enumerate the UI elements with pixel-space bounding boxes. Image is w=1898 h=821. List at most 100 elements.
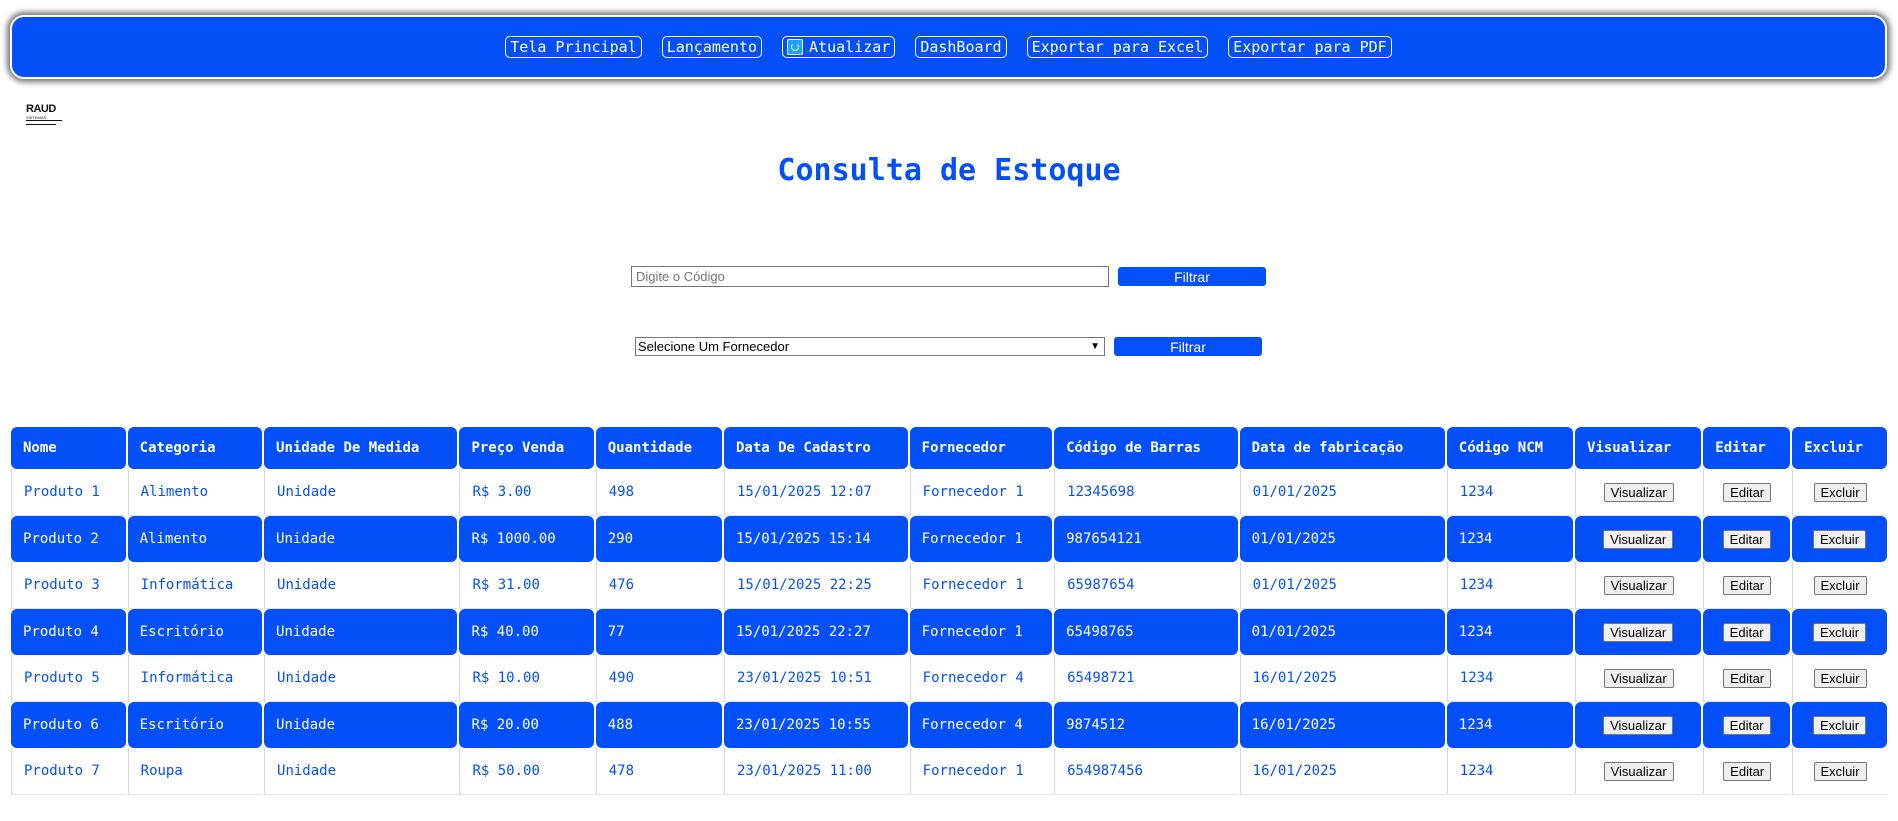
nav-export-pdf-button[interactable]: Exportar para PDF bbox=[1228, 36, 1392, 58]
cell-edit: Editar bbox=[1703, 655, 1791, 702]
cell-ncm: 1234 bbox=[1446, 702, 1574, 748]
col-header-fabricacao: Data de fabricação bbox=[1239, 427, 1445, 469]
nav-dashboard-button[interactable]: DashBoard bbox=[915, 36, 1007, 58]
cell-barras: 65498765 bbox=[1054, 609, 1238, 655]
cell-view: Visualizar bbox=[1575, 562, 1702, 609]
cell-fornecedor: Fornecedor 1 bbox=[909, 469, 1053, 516]
view-button[interactable]: Visualizar bbox=[1603, 529, 1674, 549]
cell-categoria: Informática bbox=[127, 562, 263, 609]
cell-view: Visualizar bbox=[1575, 609, 1702, 655]
edit-button[interactable]: Editar bbox=[1722, 715, 1771, 735]
supplier-select-value: Selecione Um Fornecedor bbox=[638, 339, 790, 354]
view-button[interactable]: Visualizar bbox=[1603, 668, 1674, 688]
cell-delete: Excluir bbox=[1792, 469, 1887, 516]
delete-button[interactable]: Excluir bbox=[1813, 715, 1867, 735]
chevron-down-icon: ▼ bbox=[1090, 341, 1100, 352]
view-button[interactable]: Visualizar bbox=[1603, 482, 1674, 502]
delete-button[interactable]: Excluir bbox=[1813, 622, 1867, 642]
cell-cadastro: 15/01/2025 12:07 bbox=[723, 469, 908, 516]
view-button[interactable]: Visualizar bbox=[1603, 715, 1674, 735]
cell-view: Visualizar bbox=[1575, 516, 1702, 562]
cell-ncm: 1234 bbox=[1446, 516, 1574, 562]
cell-preco: R$ 3.00 bbox=[459, 469, 594, 516]
table-row: Produto 3 Informática Unidade R$ 31.00 476 15… bbox=[11, 562, 1887, 609]
cell-fornecedor: Fornecedor 1 bbox=[909, 516, 1053, 562]
cell-preco: R$ 40.00 bbox=[459, 609, 594, 655]
cell-unidade: Unidade bbox=[264, 748, 458, 795]
cell-preco: R$ 1000.00 bbox=[459, 516, 594, 562]
table-header-row: Nome Categoria Unidade De Medida Preço V… bbox=[11, 427, 1887, 469]
cell-nome: Produto 4 bbox=[11, 609, 126, 655]
cell-nome: Produto 2 bbox=[11, 516, 126, 562]
cell-categoria: Roupa bbox=[127, 748, 263, 795]
stock-table-body: Produto 1 Alimento Unidade R$ 3.00 498 15/01/… bbox=[11, 469, 1887, 795]
supplier-filter-button[interactable]: Filtrar bbox=[1114, 337, 1262, 356]
table-row: Produto 4 Escritório Unidade R$ 40.00 77 15/0… bbox=[11, 609, 1887, 655]
nav-label: Tela Principal bbox=[510, 38, 637, 56]
cell-edit: Editar bbox=[1703, 609, 1791, 655]
delete-button[interactable]: Excluir bbox=[1813, 482, 1867, 502]
nav-export-excel-button[interactable]: Exportar para Excel bbox=[1026, 36, 1209, 58]
supplier-select[interactable]: Selecione Um Fornecedor ▼ bbox=[635, 337, 1105, 356]
edit-button[interactable]: Editar bbox=[1723, 482, 1772, 502]
nav-atualizar-button[interactable]: Atualizar bbox=[782, 36, 896, 58]
col-header-categoria: Categoria bbox=[127, 427, 263, 469]
code-search-input[interactable] bbox=[631, 266, 1109, 287]
view-button[interactable]: Visualizar bbox=[1603, 761, 1674, 781]
cell-barras: 654987456 bbox=[1054, 748, 1238, 795]
edit-button[interactable]: Editar bbox=[1723, 668, 1772, 688]
delete-button[interactable]: Excluir bbox=[1813, 668, 1867, 688]
cell-categoria: Escritório bbox=[127, 702, 263, 748]
edit-button[interactable]: Editar bbox=[1723, 575, 1772, 595]
code-filter-row: Filtrar bbox=[631, 266, 1266, 287]
cell-cadastro: 15/01/2025 22:27 bbox=[723, 609, 908, 655]
cell-cadastro: 15/01/2025 15:14 bbox=[723, 516, 908, 562]
cell-fabricacao: 01/01/2025 bbox=[1239, 469, 1445, 516]
cell-delete: Excluir bbox=[1792, 702, 1887, 748]
edit-button[interactable]: Editar bbox=[1723, 761, 1772, 781]
cell-ncm: 1234 bbox=[1446, 748, 1574, 795]
company-logo: RAUD SISTEMAS bbox=[26, 104, 62, 128]
cell-fabricacao: 16/01/2025 bbox=[1239, 655, 1445, 702]
view-button[interactable]: Visualizar bbox=[1603, 575, 1674, 595]
cell-unidade: Unidade bbox=[264, 469, 458, 516]
cell-barras: 987654121 bbox=[1054, 516, 1238, 562]
cell-fornecedor: Fornecedor 4 bbox=[909, 702, 1053, 748]
cell-edit: Editar bbox=[1703, 516, 1791, 562]
cell-ncm: 1234 bbox=[1446, 609, 1574, 655]
col-header-nome: Nome bbox=[11, 427, 126, 469]
col-header-cadastro: Data De Cadastro bbox=[723, 427, 908, 469]
cell-quantidade: 77 bbox=[595, 609, 722, 655]
cell-unidade: Unidade bbox=[264, 655, 458, 702]
delete-button[interactable]: Excluir bbox=[1813, 529, 1867, 549]
cell-quantidade: 488 bbox=[595, 702, 722, 748]
cell-delete: Excluir bbox=[1792, 748, 1887, 795]
cell-categoria: Alimento bbox=[127, 469, 263, 516]
cell-nome: Produto 5 bbox=[11, 655, 126, 702]
cell-edit: Editar bbox=[1703, 469, 1791, 516]
code-filter-button[interactable]: Filtrar bbox=[1118, 267, 1266, 286]
col-header-preco: Preço Venda bbox=[459, 427, 594, 469]
supplier-filter-row: Selecione Um Fornecedor ▼ Filtrar bbox=[635, 337, 1262, 356]
cell-nome: Produto 3 bbox=[11, 562, 126, 609]
nav-label: Lançamento bbox=[666, 38, 758, 56]
edit-button[interactable]: Editar bbox=[1722, 622, 1771, 642]
nav-lancamento-button[interactable]: Lançamento bbox=[661, 36, 763, 58]
delete-button[interactable]: Excluir bbox=[1813, 761, 1867, 781]
cell-fornecedor: Fornecedor 4 bbox=[909, 655, 1053, 702]
cell-delete: Excluir bbox=[1792, 609, 1887, 655]
cell-preco: R$ 31.00 bbox=[459, 562, 594, 609]
edit-button[interactable]: Editar bbox=[1722, 529, 1771, 549]
cell-unidade: Unidade bbox=[264, 516, 458, 562]
nav-tela-principal-button[interactable]: Tela Principal bbox=[505, 36, 642, 58]
delete-button[interactable]: Excluir bbox=[1813, 575, 1867, 595]
view-button[interactable]: Visualizar bbox=[1603, 622, 1674, 642]
nav-label: Exportar para Excel bbox=[1031, 38, 1204, 56]
nav-label: Atualizar bbox=[809, 38, 891, 56]
cell-ncm: 1234 bbox=[1446, 655, 1574, 702]
cell-view: Visualizar bbox=[1575, 748, 1702, 795]
cell-fabricacao: 01/01/2025 bbox=[1239, 562, 1445, 609]
cell-fabricacao: 16/01/2025 bbox=[1239, 702, 1445, 748]
cell-barras: 65498721 bbox=[1054, 655, 1238, 702]
cell-quantidade: 498 bbox=[595, 469, 722, 516]
